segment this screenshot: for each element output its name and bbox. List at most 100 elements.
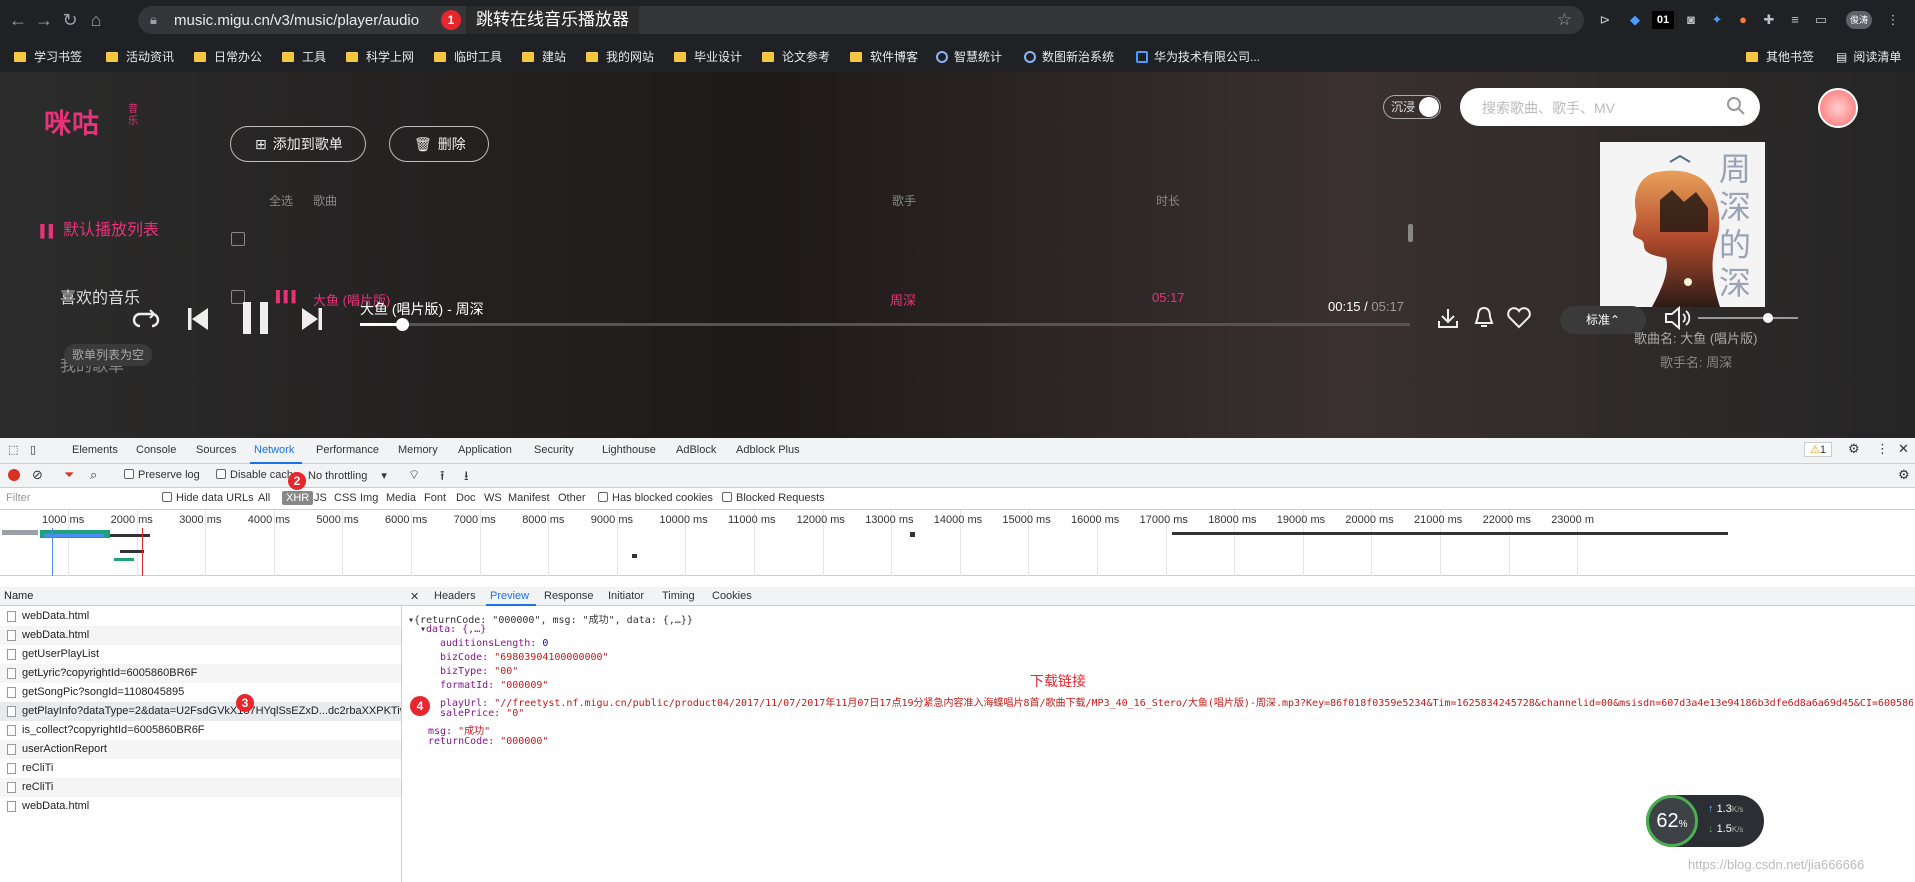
network-settings-gear-icon[interactable]: ⚙ — [1898, 467, 1910, 483]
tab-lighthouse[interactable]: Lighthouse — [602, 444, 656, 456]
inspect-icon[interactable]: ⬚ — [8, 443, 18, 456]
wifi-icon[interactable]: ⌔ — [408, 467, 420, 483]
filter-ws[interactable]: WS — [484, 492, 502, 504]
repeat-icon[interactable] — [132, 308, 160, 332]
menu-dots-icon[interactable]: ⋮ — [1884, 11, 1902, 29]
network-speed-widget[interactable]: 62% ↑ 1.3K/s ↓ 1.5K/s — [1646, 795, 1764, 847]
request-row[interactable]: is_collect?copyrightId=6005860BR6F — [0, 721, 401, 740]
request-row[interactable]: getPlayInfo?dataType=2&data=U2FsdGVkX187… — [0, 702, 401, 721]
bookmark-link[interactable]: 智慧统计 — [936, 48, 1002, 65]
filter-xhr[interactable]: XHR — [282, 491, 314, 505]
close-devtools-icon[interactable]: ✕ — [1898, 441, 1909, 457]
tab-performance[interactable]: Performance — [316, 444, 379, 456]
tab-security[interactable]: Security — [534, 444, 574, 456]
device-toggle-icon[interactable]: ▯ — [30, 443, 36, 456]
request-row[interactable]: webData.html — [0, 626, 401, 645]
home-icon[interactable]: ⌂ — [86, 10, 106, 30]
search-box[interactable]: 搜索歌曲、歌手、MV — [1460, 88, 1760, 126]
search-icon[interactable]: ⌕ — [90, 467, 97, 483]
pause-icon[interactable] — [240, 300, 272, 336]
bookmark-folder[interactable]: 我的网站 — [586, 48, 654, 65]
tab-preview[interactable]: Preview — [490, 590, 529, 602]
more-options-icon[interactable]: ⋮ — [1876, 441, 1889, 457]
bookmark-other[interactable]: 其他书签 — [1746, 48, 1814, 65]
address-bar[interactable]: 🔒︎ music.migu.cn/v3/music/player/audio ☆ — [138, 6, 1584, 34]
filter-media[interactable]: Media — [386, 492, 416, 504]
request-row[interactable]: reCliTi — [0, 778, 401, 797]
tab-memory[interactable]: Memory — [398, 444, 438, 456]
volume-knob[interactable] — [1763, 313, 1773, 323]
filter-funnel-icon[interactable]: ⏷ — [64, 467, 74, 483]
tab-response[interactable]: Response — [544, 590, 594, 602]
has-blocked-cookies-checkbox[interactable]: Has blocked cookies — [598, 492, 713, 504]
previous-icon[interactable] — [186, 306, 210, 332]
list-scrollbar[interactable] — [1408, 224, 1413, 242]
tab-adblock[interactable]: AdBlock — [676, 444, 716, 456]
bookmark-folder[interactable]: 临时工具 — [434, 48, 502, 65]
search-icon[interactable] — [1726, 96, 1746, 116]
settings-gear-icon[interactable]: ⚙ — [1848, 441, 1860, 457]
tab-elements[interactable]: Elements — [72, 444, 118, 456]
throttling-select[interactable]: No throttling ▾ — [308, 469, 387, 482]
filter-all[interactable]: All — [258, 492, 270, 504]
download-icon[interactable] — [1436, 306, 1460, 330]
back-icon[interactable]: ← — [8, 10, 28, 30]
filter-js[interactable]: JS — [314, 492, 327, 504]
bookmark-folder[interactable]: 毕业设计 — [674, 48, 742, 65]
heart-icon[interactable] — [1506, 306, 1532, 330]
tab-headers[interactable]: Headers — [434, 590, 476, 602]
window-icon[interactable]: ▭ — [1812, 11, 1830, 29]
playlist-icon[interactable]: ≡ — [1786, 11, 1804, 29]
bookmark-folder[interactable]: 科学上网 — [346, 48, 414, 65]
migu-logo[interactable]: 咪咕 — [44, 102, 100, 141]
tab-adblock-plus[interactable]: Adblock Plus — [736, 444, 800, 456]
filter-other[interactable]: Other — [558, 492, 586, 504]
reload-icon[interactable]: ↻ — [60, 10, 80, 30]
tab-cookies[interactable]: Cookies — [712, 590, 752, 602]
bookmark-folder[interactable]: 日常办公 — [194, 48, 262, 65]
tab-timing[interactable]: Timing — [662, 590, 695, 602]
add-to-playlist-button[interactable]: ⊞ 添加到歌单 — [230, 126, 366, 162]
diamond-icon[interactable]: ◆ — [1626, 11, 1644, 29]
record-icon[interactable] — [8, 469, 20, 481]
bookmark-folder[interactable]: 学习书签 — [14, 48, 82, 65]
name-column-header[interactable]: Name — [0, 587, 402, 606]
puzzle-icon[interactable]: ✚ — [1760, 11, 1778, 29]
tab-application[interactable]: Application — [458, 444, 512, 456]
preserve-log-checkbox[interactable]: Preserve log — [124, 469, 200, 481]
filter-input[interactable]: Filter — [6, 492, 146, 504]
bookmark-link[interactable]: 华为技术有限公司... — [1136, 48, 1260, 65]
filter-font[interactable]: Font — [424, 492, 446, 504]
bookmark-folder[interactable]: 活动资讯 — [106, 48, 174, 65]
network-timeline[interactable]: 1000 ms 2000 ms 3000 ms 4000 ms 5000 ms 6000 … — [0, 510, 1915, 576]
tab-sources[interactable]: Sources — [196, 444, 236, 456]
blocked-requests-checkbox[interactable]: Blocked Requests — [722, 492, 825, 504]
profile-avatar[interactable]: 俊涛 — [1846, 11, 1872, 29]
reading-list[interactable]: ▤ 阅读清单 — [1836, 48, 1901, 65]
next-icon[interactable] — [300, 306, 324, 332]
extension-01[interactable]: 01 — [1652, 11, 1674, 29]
bookmark-star-icon[interactable]: ☆ — [1557, 10, 1572, 30]
bookmark-folder[interactable]: 软件博客 — [850, 48, 918, 65]
filter-doc[interactable]: Doc — [456, 492, 476, 504]
request-row[interactable]: userActionReport — [0, 740, 401, 759]
filter-css[interactable]: CSS — [334, 492, 357, 504]
send-icon[interactable]: ⊳ — [1596, 11, 1614, 29]
delete-button[interactable]: 🗑︎ 删除 — [389, 126, 489, 162]
tab-console[interactable]: Console — [136, 444, 176, 456]
sidebar-item-liked-music[interactable]: 喜欢的音乐 — [60, 284, 140, 308]
progress-knob[interactable] — [396, 318, 409, 331]
request-row[interactable]: webData.html — [0, 607, 401, 626]
disable-cache-checkbox[interactable]: Disable cache — [216, 469, 299, 481]
forward-icon[interactable]: → — [34, 10, 54, 30]
singer-cell[interactable]: 周深 — [890, 290, 916, 309]
bookmark-folder[interactable]: 论文参考 — [762, 48, 830, 65]
tab-initiator[interactable]: Initiator — [608, 590, 644, 602]
warning-count[interactable]: ⚠1 — [1804, 442, 1832, 457]
glasses-icon[interactable]: ◙ — [1682, 11, 1700, 29]
extension-orange-icon[interactable]: ● — [1734, 11, 1752, 29]
bell-icon[interactable] — [1472, 305, 1496, 331]
import-icon[interactable]: ⭱ — [440, 467, 445, 489]
volume-slider[interactable] — [1698, 313, 1798, 323]
progress-bar[interactable] — [360, 318, 1410, 331]
